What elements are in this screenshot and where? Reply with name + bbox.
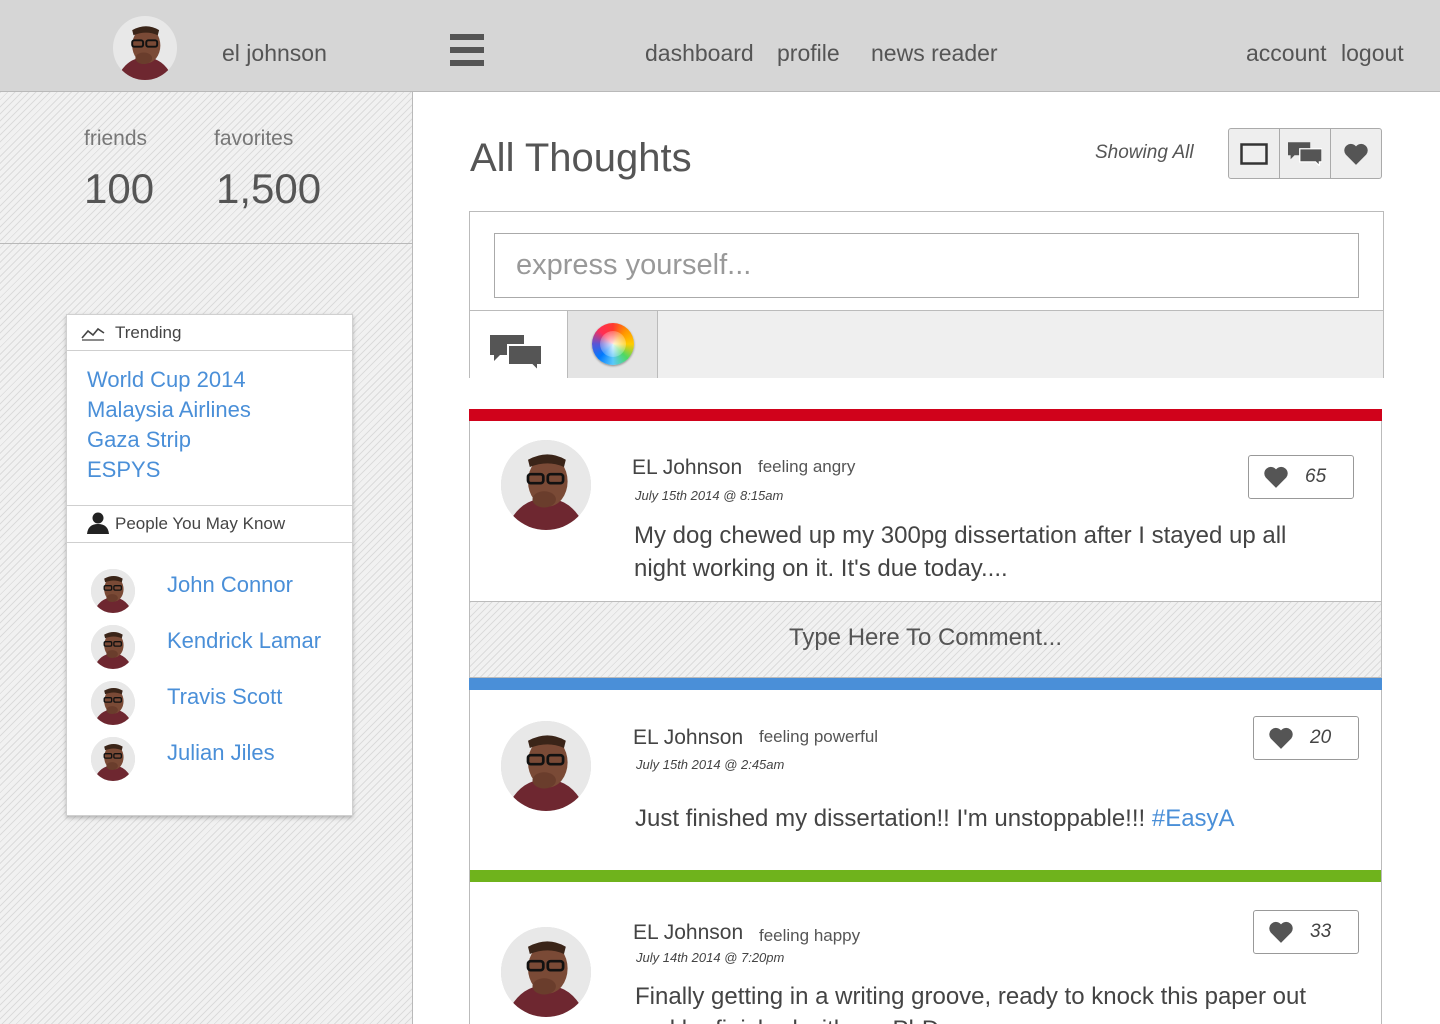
trending-item[interactable]: ESPYS: [87, 457, 160, 483]
express-yourself-input[interactable]: [494, 233, 1359, 298]
post-composer: [469, 211, 1384, 378]
like-count: 65: [1305, 466, 1327, 487]
trending-item[interactable]: World Cup 2014: [87, 367, 246, 393]
thought-post: EL Johnson feeling happy July 14th 2014 …: [469, 870, 1382, 1024]
speech-bubbles-icon: [1288, 142, 1322, 166]
like-count: 33: [1310, 921, 1332, 942]
composer-toolbar: [470, 310, 1383, 378]
person-avatar[interactable]: [91, 569, 135, 613]
person-avatar[interactable]: [91, 681, 135, 725]
stats-panel: friends favorites 100 1,500: [0, 92, 412, 244]
person-name[interactable]: John Connor: [167, 572, 293, 598]
nav-logout[interactable]: logout: [1341, 38, 1404, 68]
left-sidebar: friends favorites 100 1,500 Trending Wor…: [0, 92, 413, 1024]
post-text: Just finished my dissertation!! I'm unst…: [635, 805, 1146, 832]
post-author[interactable]: EL Johnson: [633, 921, 743, 945]
hashtag-link[interactable]: #EasyA: [1152, 805, 1235, 832]
nav-profile[interactable]: profile: [777, 38, 840, 68]
trending-item[interactable]: Malaysia Airlines: [87, 397, 251, 423]
post-text: Finally getting in a writing groove, rea…: [635, 983, 1307, 1024]
post-date: July 14th 2014 @ 7:20pm: [636, 950, 785, 965]
trending-item[interactable]: Gaza Strip: [87, 427, 191, 453]
post-text: My dog chewed up my 300pg dissertation a…: [634, 522, 1287, 582]
username-label[interactable]: el johnson: [222, 38, 327, 68]
heart-icon: [1343, 142, 1369, 166]
like-button[interactable]: 33: [1253, 910, 1359, 954]
trending-title: Trending: [115, 323, 182, 342]
mood-color-button[interactable]: [567, 311, 658, 378]
comment-placeholder: Type Here To Comment...: [789, 624, 1062, 651]
post-author[interactable]: EL Johnson: [632, 456, 742, 480]
thought-post: EL Johnson feeling angry July 15th 2014 …: [469, 409, 1382, 601]
person-name[interactable]: Julian Jiles: [167, 740, 275, 766]
view-toggle-group: [1228, 128, 1382, 179]
mood-color-bar: [469, 678, 1382, 690]
comment-input[interactable]: Type Here To Comment...: [469, 601, 1382, 678]
like-button[interactable]: 20: [1253, 716, 1359, 760]
post-mood: feeling powerful: [759, 727, 879, 746]
trend-line-icon: [81, 327, 105, 341]
person-icon: [87, 512, 109, 534]
post-author-avatar[interactable]: [501, 721, 591, 811]
mood-color-bar: [470, 870, 1381, 882]
post-mood: feeling angry: [758, 457, 856, 476]
nav-news-reader[interactable]: news reader: [871, 38, 998, 68]
mood-color-bar: [469, 409, 1382, 421]
person-name[interactable]: Kendrick Lamar: [167, 628, 321, 654]
person-avatar[interactable]: [91, 737, 135, 781]
user-avatar[interactable]: [113, 16, 177, 80]
heart-icon: [1263, 465, 1289, 489]
filter-status: Showing All: [1095, 142, 1194, 163]
heart-icon: [1268, 920, 1294, 944]
friends-count[interactable]: 100: [84, 165, 154, 213]
favorites-label: favorites: [214, 127, 294, 150]
hamburger-menu-icon[interactable]: [450, 34, 484, 66]
trending-header: Trending: [67, 315, 352, 351]
single-view-button[interactable]: [1229, 129, 1280, 178]
post-text-container: Just finished my dissertation!! I'm unst…: [635, 802, 1355, 835]
post-mood: feeling happy: [759, 926, 861, 945]
like-button[interactable]: 65: [1248, 455, 1354, 499]
favorites-view-button[interactable]: [1331, 129, 1381, 178]
post-date: July 15th 2014 @ 2:45am: [636, 757, 785, 772]
discover-card: Trending World Cup 2014 Malaysia Airline…: [66, 314, 353, 816]
thought-type-button[interactable]: [470, 311, 567, 378]
people-title: People You May Know: [115, 514, 286, 533]
color-wheel-icon: [592, 323, 634, 365]
thoughts-view-button[interactable]: [1280, 129, 1331, 178]
post-author[interactable]: EL Johnson: [633, 726, 743, 750]
thought-post: EL Johnson feeling powerful July 15th 20…: [469, 678, 1382, 871]
post-date: July 15th 2014 @ 8:15am: [635, 488, 784, 503]
person-avatar[interactable]: [91, 625, 135, 669]
person-name[interactable]: Travis Scott: [167, 684, 282, 710]
like-count: 20: [1310, 727, 1332, 748]
friends-label: friends: [84, 127, 148, 150]
post-author-avatar[interactable]: [501, 440, 591, 530]
nav-dashboard[interactable]: dashboard: [645, 38, 754, 68]
speech-bubbles-icon: [490, 335, 542, 371]
page-title: All Thoughts: [470, 136, 692, 180]
nav-account[interactable]: account: [1246, 38, 1327, 68]
window-icon: [1240, 142, 1268, 165]
heart-icon: [1268, 726, 1294, 750]
favorites-count[interactable]: 1,500: [216, 165, 321, 213]
top-navigation-bar: el johnson dashboard profile news reader…: [0, 0, 1440, 92]
post-author-avatar[interactable]: [501, 927, 591, 1017]
people-header: People You May Know: [67, 505, 352, 543]
